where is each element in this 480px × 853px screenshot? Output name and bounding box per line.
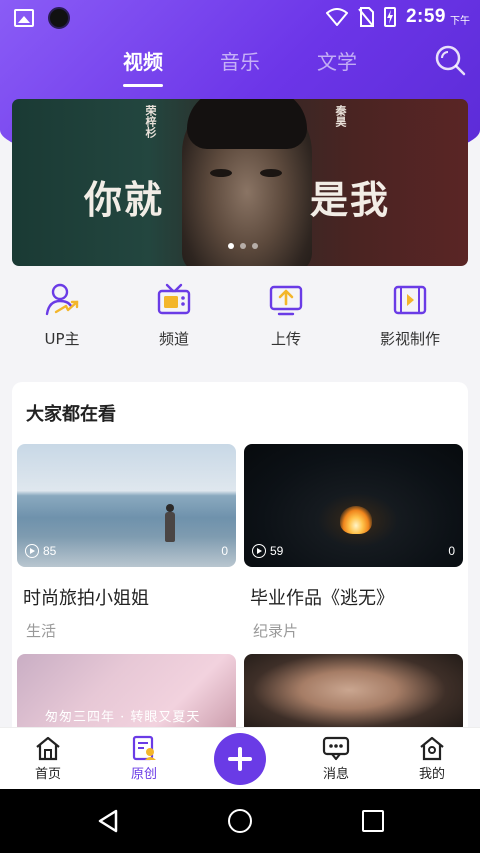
top-tabs: 视频 音乐 文学 [0,46,480,87]
thumbnail-overlay-text: 匆匆三四年 · 转眼又夏天 [45,710,201,725]
search-icon[interactable] [434,44,466,76]
up-master-icon [45,283,79,316]
nav-messages[interactable]: 消息 [306,735,366,782]
quick-action-upload[interactable]: 上传 [236,282,336,349]
comment-count: 0 [221,544,228,558]
video-title[interactable]: 毕业作品《逃无》 [250,584,463,610]
nav-label: 我的 [418,767,445,782]
quick-actions: UP主 频道 上传 影视制作 [0,282,480,358]
play-count: 85 [43,544,57,558]
tab-video[interactable]: 视频 [123,46,163,75]
nav-original[interactable]: 原创 [114,735,174,782]
video-thumbnail[interactable] [244,654,463,734]
banner-pagination [228,243,258,249]
home-button-icon[interactable] [228,809,252,833]
play-count-icon [252,544,266,558]
nav-label: 原创 [130,767,157,782]
video-card[interactable]: 匆匆三四年 · 转眼又夏天 [17,654,236,734]
upload-icon [269,285,303,316]
nav-label: 消息 [322,767,349,782]
add-post-button[interactable] [214,733,266,785]
message-icon [322,736,350,761]
banner-actor-left: 荣梓杉 [144,105,157,138]
video-meta: 85 0 [25,544,228,560]
banner-portrait-eye [210,169,232,177]
section-title: 大家都在看 [26,404,116,425]
nav-label: 首页 [34,767,61,782]
active-tab-indicator [123,84,163,87]
banner-dot[interactable] [228,243,234,249]
quick-action-channel[interactable]: 频道 [124,282,224,349]
quick-action-label: UP主 [44,330,80,348]
video-meta: 59 0 [252,544,455,560]
video-category[interactable]: 生活 [26,620,236,641]
video-card[interactable] [244,654,463,734]
tv-channel-icon [157,283,191,315]
nav-home[interactable]: 首页 [18,735,78,782]
no-sim-icon [358,7,374,27]
banner-dot[interactable] [240,243,246,249]
battery-charging-icon [383,7,396,27]
video-thumbnail[interactable]: 85 0 [17,444,236,567]
video-thumbnail[interactable]: 匆匆三四年 · 转眼又夏天 [17,654,236,734]
quick-action-label: 影视制作 [379,330,440,348]
bottom-navigation: 首页 原创 消息 我的 [0,727,480,789]
quick-action-label: 频道 [158,330,189,348]
original-icon [132,735,156,761]
tab-music[interactable]: 音乐 [220,46,260,75]
system-navigation-bar [0,789,480,853]
video-title[interactable]: 时尚旅拍小姐姐 [23,584,236,610]
profile-icon [420,736,444,761]
status-bar: 2:59 下午 [0,0,480,34]
popular-section: 大家都在看 85 0 时尚旅拍小姐姐 生活 59 0 毕业作品《逃无》 纪录片 … [12,382,468,742]
banner-dot[interactable] [252,243,258,249]
play-count-icon [25,544,39,558]
banner-title-right: 是我 [310,177,391,222]
gallery-notification-icon [14,9,34,27]
banner-portrait-hair [187,99,307,149]
back-icon[interactable] [96,809,120,833]
nav-profile[interactable]: 我的 [402,735,462,782]
home-icon [36,736,60,761]
video-card[interactable]: 59 0 毕业作品《逃无》 纪录片 [244,444,463,641]
banner-title-left: 你就 [84,177,165,222]
thumbnail-campfire [340,506,372,534]
video-category[interactable]: 纪录片 [253,620,463,641]
clock: 2:59 [405,6,446,27]
app-notification-icon [48,7,70,29]
thumbnail-person-body [165,512,175,542]
quick-action-film-production[interactable]: 影视制作 [360,282,460,349]
quick-action-label: 上传 [270,330,301,348]
comment-count: 0 [448,544,455,558]
film-production-icon [393,285,427,315]
quick-action-up-master[interactable]: UP主 [12,282,112,349]
play-count: 59 [270,544,284,558]
wifi-icon [325,8,348,26]
tab-literature[interactable]: 文学 [317,46,357,75]
thumbnail-person-head [166,504,174,512]
recent-apps-icon[interactable] [362,810,384,832]
video-card[interactable]: 85 0 时尚旅拍小姐姐 生活 [17,444,236,641]
clock-ampm: 下午 [450,15,470,27]
banner-actor-right: 秦昊 [334,105,347,127]
video-thumbnail[interactable]: 59 0 [244,444,463,567]
banner-portrait-eye [260,169,282,177]
hero-banner[interactable]: 荣梓杉 秦昊 你就 是我 [12,99,468,266]
